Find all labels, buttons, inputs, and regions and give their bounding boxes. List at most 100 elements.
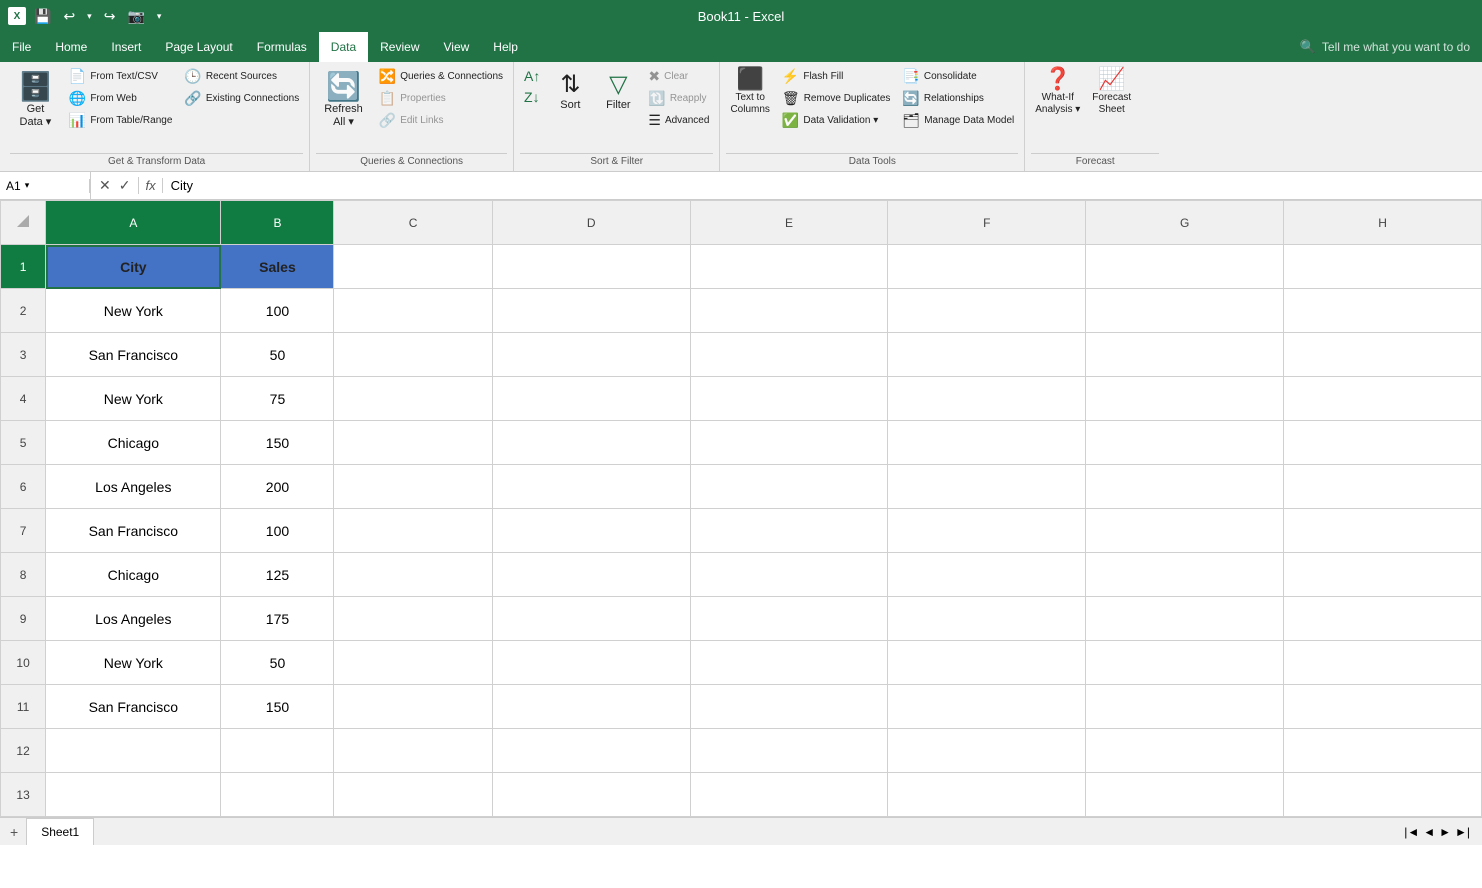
- cell-h13[interactable]: [1284, 773, 1482, 817]
- cell-c1[interactable]: [334, 245, 492, 289]
- cell-f1[interactable]: [888, 245, 1086, 289]
- menu-page-layout[interactable]: Page Layout: [153, 32, 244, 62]
- sheet-nav-first[interactable]: |◄: [1404, 825, 1419, 839]
- undo-button[interactable]: ↩: [59, 6, 79, 27]
- cell-d12[interactable]: [492, 729, 690, 773]
- cell-e5[interactable]: [690, 421, 888, 465]
- cell-f10[interactable]: [888, 641, 1086, 685]
- sheet-nav-prev[interactable]: ◄: [1423, 825, 1435, 839]
- cell-g9[interactable]: [1086, 597, 1284, 641]
- cell-c4[interactable]: [334, 377, 492, 421]
- text-to-columns-button[interactable]: ⬛ Text toColumns: [726, 66, 773, 118]
- cell-f8[interactable]: [888, 553, 1086, 597]
- cell-a3[interactable]: San Francisco: [46, 333, 221, 377]
- cell-g13[interactable]: [1086, 773, 1284, 817]
- name-box[interactable]: A1 ▾: [0, 179, 90, 193]
- cell-e6[interactable]: [690, 465, 888, 509]
- remove-duplicates-button[interactable]: 🗑 Remove Duplicates: [778, 88, 895, 109]
- sort-button[interactable]: ⇅ Sort: [548, 66, 592, 115]
- from-web-button[interactable]: 🌐 From Web: [65, 88, 177, 109]
- cell-a12[interactable]: [46, 729, 221, 773]
- cell-b6[interactable]: 200: [221, 465, 334, 509]
- cell-d1[interactable]: [492, 245, 690, 289]
- menu-formulas[interactable]: Formulas: [245, 32, 319, 62]
- flash-fill-button[interactable]: ⚡ Flash Fill: [778, 66, 895, 87]
- formula-confirm-button[interactable]: ✓: [119, 177, 131, 194]
- camera-button[interactable]: 📷: [123, 6, 148, 27]
- menu-help[interactable]: Help: [481, 32, 530, 62]
- row-header-2[interactable]: 2: [1, 289, 46, 333]
- cell-h10[interactable]: [1284, 641, 1482, 685]
- col-header-e[interactable]: E: [690, 201, 888, 245]
- data-validation-button[interactable]: ✅ Data Validation ▾: [778, 110, 895, 131]
- col-header-a[interactable]: A: [46, 201, 221, 245]
- cell-e3[interactable]: [690, 333, 888, 377]
- from-table-range-button[interactable]: 📊 From Table/Range: [65, 110, 177, 131]
- from-text-csv-button[interactable]: 📄 From Text/CSV: [65, 66, 177, 87]
- row-header-1[interactable]: 1: [1, 245, 46, 289]
- cell-h7[interactable]: [1284, 509, 1482, 553]
- row-header-7[interactable]: 7: [1, 509, 46, 553]
- formula-input[interactable]: City: [163, 178, 1482, 193]
- cell-a4[interactable]: New York: [46, 377, 221, 421]
- cell-e12[interactable]: [690, 729, 888, 773]
- cell-g7[interactable]: [1086, 509, 1284, 553]
- menu-data[interactable]: Data: [319, 32, 368, 62]
- save-button[interactable]: 💾: [30, 6, 55, 27]
- cell-e13[interactable]: [690, 773, 888, 817]
- row-header-10[interactable]: 10: [1, 641, 46, 685]
- cell-e2[interactable]: [690, 289, 888, 333]
- cell-f4[interactable]: [888, 377, 1086, 421]
- cell-b1[interactable]: Sales: [221, 245, 334, 289]
- cell-e10[interactable]: [690, 641, 888, 685]
- cell-b12[interactable]: [221, 729, 334, 773]
- sheet-nav-next[interactable]: ►: [1439, 825, 1451, 839]
- new-sheet-button[interactable]: +: [4, 822, 24, 842]
- cell-a5[interactable]: Chicago: [46, 421, 221, 465]
- queries-connections-button[interactable]: 🔀 Queries & Connections: [375, 66, 507, 87]
- cell-f13[interactable]: [888, 773, 1086, 817]
- cell-d8[interactable]: [492, 553, 690, 597]
- cell-d5[interactable]: [492, 421, 690, 465]
- redo-button[interactable]: ↪: [100, 6, 120, 27]
- cell-f2[interactable]: [888, 289, 1086, 333]
- cell-b10[interactable]: 50: [221, 641, 334, 685]
- menu-view[interactable]: View: [432, 32, 482, 62]
- cell-g4[interactable]: [1086, 377, 1284, 421]
- cell-c3[interactable]: [334, 333, 492, 377]
- cell-e9[interactable]: [690, 597, 888, 641]
- cell-d3[interactable]: [492, 333, 690, 377]
- cell-g11[interactable]: [1086, 685, 1284, 729]
- cell-f7[interactable]: [888, 509, 1086, 553]
- menu-review[interactable]: Review: [368, 32, 431, 62]
- cell-a13[interactable]: [46, 773, 221, 817]
- col-header-h[interactable]: H: [1284, 201, 1482, 245]
- customize-qat[interactable]: ▾: [153, 9, 166, 24]
- formula-cancel-button[interactable]: ✕: [99, 177, 111, 194]
- cell-h12[interactable]: [1284, 729, 1482, 773]
- forecast-sheet-button[interactable]: 📈 ForecastSheet: [1088, 66, 1135, 118]
- sheet-scroll[interactable]: A B C D E F G H 1 City Sales: [0, 200, 1482, 817]
- cell-e4[interactable]: [690, 377, 888, 421]
- cell-b8[interactable]: 125: [221, 553, 334, 597]
- cell-a8[interactable]: Chicago: [46, 553, 221, 597]
- cell-f6[interactable]: [888, 465, 1086, 509]
- cell-c7[interactable]: [334, 509, 492, 553]
- cell-g2[interactable]: [1086, 289, 1284, 333]
- col-header-g[interactable]: G: [1086, 201, 1284, 245]
- cell-b4[interactable]: 75: [221, 377, 334, 421]
- cell-f3[interactable]: [888, 333, 1086, 377]
- row-header-11[interactable]: 11: [1, 685, 46, 729]
- sheet-nav-last[interactable]: ►|: [1455, 825, 1470, 839]
- row-header-9[interactable]: 9: [1, 597, 46, 641]
- relationships-button[interactable]: 🔄 Relationships: [898, 88, 1018, 109]
- cell-e11[interactable]: [690, 685, 888, 729]
- cell-c13[interactable]: [334, 773, 492, 817]
- sort-za-button[interactable]: Z↓: [520, 87, 544, 107]
- filter-button[interactable]: ▽ Filter: [596, 66, 640, 115]
- cell-b7[interactable]: 100: [221, 509, 334, 553]
- cell-d10[interactable]: [492, 641, 690, 685]
- cell-c8[interactable]: [334, 553, 492, 597]
- cell-g12[interactable]: [1086, 729, 1284, 773]
- cell-b9[interactable]: 175: [221, 597, 334, 641]
